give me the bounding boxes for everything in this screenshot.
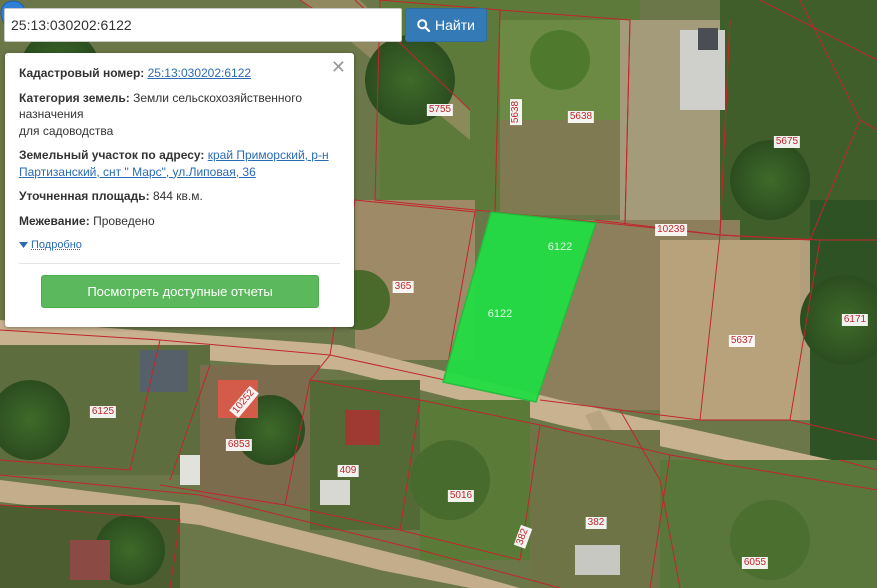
land-category-row: Категория земель: Земли сельскохозяйстве… [19,90,340,140]
selected-parcel-label: 6122 [487,308,513,320]
parcel-label[interactable]: 5016 [447,490,475,502]
survey-row: Межевание: Проведено [19,213,340,230]
divider [19,263,340,264]
parcel-label[interactable]: 5637 [728,335,756,347]
search-button[interactable]: Найти [405,8,487,42]
parcel-label[interactable]: 5675 [773,136,801,148]
area-row: Уточненная площадь: 844 кв.м. [19,188,340,205]
close-icon[interactable]: ✕ [331,58,346,76]
details-label: Подробно [31,239,82,251]
selected-parcel-label: 6122 [547,241,573,253]
caret-down-icon [19,242,28,248]
parcel-label[interactable]: 365 [392,281,414,293]
address-row: Земельный участок по адресу: край Примор… [19,147,340,180]
parcel-label[interactable]: 409 [337,465,359,477]
parcel-label[interactable]: 10239 [655,224,687,236]
parcel-info-popup: ✕ Кадастровый номер: 25:13:030202:6122 К… [5,53,354,327]
parcel-label[interactable]: 382 [585,517,607,529]
parcel-label[interactable]: 5638 [510,98,522,126]
parcel-label[interactable]: 6055 [741,557,769,569]
parcel-label[interactable]: 6125 [89,406,117,418]
survey-label: Межевание: [19,213,90,228]
parcel-label[interactable]: 5755 [426,104,454,116]
parcel-label[interactable]: 6171 [841,314,869,326]
parcel-label[interactable]: 5638 [567,111,595,123]
view-reports-button[interactable]: Посмотреть доступные отчеты [41,275,319,308]
search-button-label: Найти [435,17,475,33]
cadastral-number-row: Кадастровый номер: 25:13:030202:6122 [19,65,340,82]
cadastral-number-label: Кадастровый номер: [19,66,145,80]
land-use-value: для садоводства [19,123,114,138]
parcel-label[interactable]: 6853 [225,439,253,451]
survey-value: Проведено [93,213,155,228]
search-input[interactable] [4,8,402,42]
area-label: Уточненная площадь: [19,189,150,203]
address-label: Земельный участок по адресу: [19,148,205,162]
area-value: 844 кв.м. [152,189,203,203]
cadastral-number-link[interactable]: 25:13:030202:6122 [148,66,251,80]
details-toggle[interactable]: Подробно [19,239,82,251]
land-category-label: Категория земель: [19,90,130,105]
search-icon [417,18,431,32]
